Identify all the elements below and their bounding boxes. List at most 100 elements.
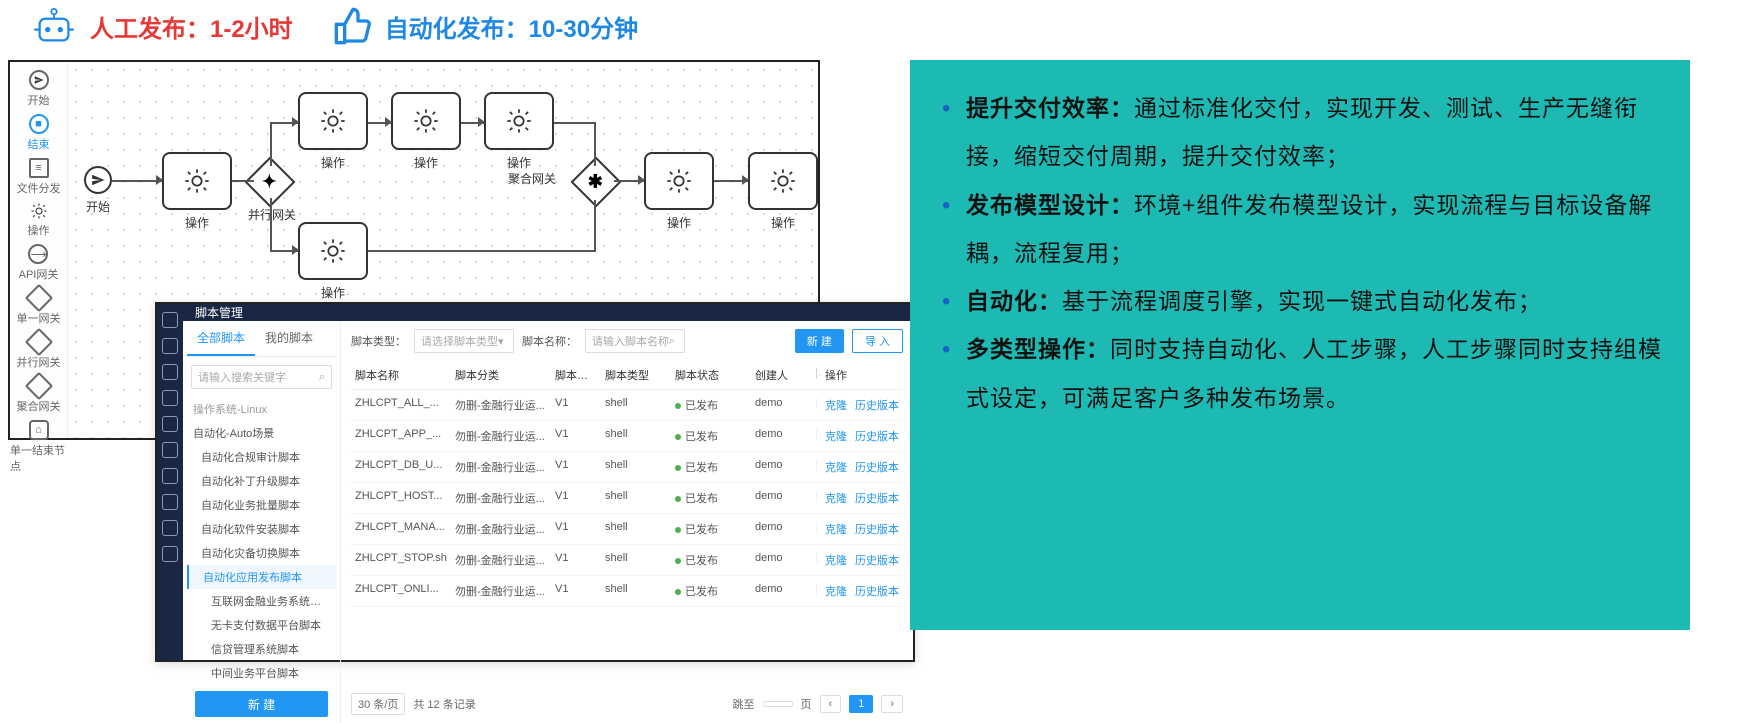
node-op-2b[interactable]: 操作 bbox=[298, 222, 368, 301]
history-link[interactable]: 历史版本 bbox=[855, 428, 899, 444]
sidebar-icon[interactable] bbox=[162, 468, 178, 484]
filter-type-label: 脚本类型： bbox=[351, 333, 406, 349]
history-link[interactable]: 历史版本 bbox=[855, 521, 899, 537]
gateway-aggregate[interactable]: ✱ bbox=[571, 157, 622, 208]
header: 人工发布：1-2小时 自动化发布：10-30分钟 bbox=[0, 0, 1746, 52]
table-row: ZHLCPT_DB_U... 勿删-金融行业运... V1 shell 已发布 … bbox=[351, 452, 903, 483]
table-row: ZHLCPT_STOP.sh 勿删-金融行业运... V1 shell 已发布 … bbox=[351, 545, 903, 576]
tool-api[interactable]: ⟶API网关 bbox=[19, 244, 59, 282]
tree-item[interactable]: 自动化合规审计脚本 bbox=[187, 445, 336, 469]
table-row: ZHLCPT_APP_... 勿删-金融行业运... V1 shell 已发布 … bbox=[351, 421, 903, 452]
benefit-item: 多类型操作：同时支持自动化、人工步骤，人工步骤同时支持组模式设定，可满足客户多种… bbox=[938, 325, 1662, 422]
sidebar-icon[interactable] bbox=[162, 390, 178, 406]
clone-link[interactable]: 克隆 bbox=[825, 490, 847, 506]
page-prev[interactable]: ‹ bbox=[820, 695, 842, 713]
col-op: 操作 bbox=[821, 367, 903, 383]
tool-parallel-gw[interactable]: 并行网关 bbox=[17, 332, 61, 370]
clone-link[interactable]: 克隆 bbox=[825, 552, 847, 568]
history-link[interactable]: 历史版本 bbox=[855, 583, 899, 599]
tool-op[interactable]: 操作 bbox=[28, 202, 50, 238]
history-link[interactable]: 历史版本 bbox=[855, 397, 899, 413]
header-manual: 人工发布：1-2小时 bbox=[30, 8, 293, 44]
chevron-down-icon: ▾ bbox=[498, 335, 504, 348]
header-auto-text: 自动化发布：10-30分钟 bbox=[385, 9, 638, 44]
script-sidebar bbox=[157, 304, 183, 660]
search-icon: ⌕ bbox=[319, 371, 325, 384]
table-row: ZHLCPT_ONLI... 勿删-金融行业运... V1 shell 已发布 … bbox=[351, 576, 903, 607]
filter-name-input[interactable]: 请输入脚本名称 ⌕ bbox=[585, 329, 685, 353]
tree-item[interactable]: 互联网金融业务系统… bbox=[187, 589, 336, 613]
tool-start[interactable]: 开始 bbox=[28, 70, 50, 108]
page-jump-input[interactable] bbox=[763, 701, 793, 707]
tree-search-input[interactable]: 请输入搜索关键字⌕ bbox=[191, 365, 332, 389]
new-button[interactable]: 新 建 bbox=[795, 329, 844, 353]
tree-item[interactable]: 自动化灾备切换脚本 bbox=[187, 541, 336, 565]
tree-item[interactable]: 操作系统-Linux bbox=[187, 397, 336, 421]
sidebar-icon[interactable] bbox=[162, 546, 178, 562]
script-table: 脚本名称 脚本分类 脚本版本 脚本类型 脚本状态 创建人 | 操作 ZHLCPT… bbox=[351, 361, 903, 685]
sidebar-icon[interactable] bbox=[162, 520, 178, 536]
col-name: 脚本名称 bbox=[351, 367, 451, 383]
tree-item-active[interactable]: 自动化应用发布脚本 bbox=[187, 565, 336, 589]
page-current[interactable]: 1 bbox=[849, 695, 873, 713]
tool-end[interactable]: ■结束 bbox=[28, 114, 50, 152]
clone-link[interactable]: 克隆 bbox=[825, 397, 847, 413]
tree-item[interactable]: 自动化软件安装脚本 bbox=[187, 517, 336, 541]
node-op-6[interactable]: 操作 bbox=[748, 152, 818, 231]
history-link[interactable]: 历史版本 bbox=[855, 459, 899, 475]
sidebar-icon[interactable] bbox=[162, 442, 178, 458]
tree-item[interactable]: 无卡支付数据平台脚本 bbox=[187, 613, 336, 637]
sidebar-icon[interactable] bbox=[162, 364, 178, 380]
clone-link[interactable]: 克隆 bbox=[825, 459, 847, 475]
tree-group[interactable]: 自动化-Auto场景 bbox=[187, 421, 336, 445]
node-start[interactable]: 开始 bbox=[84, 166, 112, 215]
page-next[interactable]: › bbox=[881, 695, 903, 713]
header-auto: 自动化发布：10-30分钟 bbox=[333, 6, 638, 46]
history-link[interactable]: 历史版本 bbox=[855, 490, 899, 506]
tree-item[interactable]: 中间业务平台脚本 bbox=[187, 661, 336, 685]
tool-aggregate-gw[interactable]: 聚合网关 bbox=[17, 376, 61, 414]
benefits-panel: 提升交付效率：通过标准化交付，实现开发、测试、生产无缝衔接，缩短交付周期，提升交… bbox=[910, 60, 1690, 630]
tool-single-end[interactable]: ⌂单一结束节点 bbox=[10, 420, 67, 474]
history-link[interactable]: 历史版本 bbox=[855, 552, 899, 568]
import-button[interactable]: 导 入 bbox=[852, 329, 903, 353]
col-user: 创建人 bbox=[751, 367, 811, 383]
benefit-item: 自动化：基于流程调度引擎，实现一键式自动化发布； bbox=[938, 277, 1662, 325]
col-stat: 脚本状态 bbox=[671, 367, 751, 383]
script-title: 脚本管理 bbox=[183, 304, 913, 321]
tree-item[interactable]: 自动化补丁升级脚本 bbox=[187, 469, 336, 493]
benefit-item: 发布模型设计：环境+组件发布模型设计，实现流程与目标设备解耦，流程复用； bbox=[938, 181, 1662, 278]
header-manual-text: 人工发布：1-2小时 bbox=[90, 9, 293, 44]
col-type: 脚本类型 bbox=[601, 367, 671, 383]
clone-link[interactable]: 克隆 bbox=[825, 521, 847, 537]
table-row: ZHLCPT_MANA... 勿删-金融行业运... V1 shell 已发布 … bbox=[351, 514, 903, 545]
tree-item[interactable]: 自动化业务批量脚本 bbox=[187, 493, 336, 517]
thumb-icon bbox=[333, 6, 373, 46]
tool-file[interactable]: ≡文件分发 bbox=[17, 158, 61, 196]
robot-icon bbox=[30, 8, 78, 44]
col-ver: 脚本版本 bbox=[551, 367, 601, 383]
tab-all-scripts[interactable]: 全部脚本 bbox=[187, 321, 255, 356]
sidebar-icon[interactable] bbox=[162, 338, 178, 354]
sidebar-icon[interactable] bbox=[162, 416, 178, 432]
benefit-item: 提升交付效率：通过标准化交付，实现开发、测试、生产无缝衔接，缩短交付周期，提升交… bbox=[938, 84, 1662, 181]
col-cat: 脚本分类 bbox=[451, 367, 551, 383]
tree-new-button[interactable]: 新 建 bbox=[195, 691, 328, 717]
node-op-2a[interactable]: 操作 bbox=[298, 92, 368, 171]
page-size-select[interactable]: 30 条/页 bbox=[351, 693, 405, 715]
node-op-5[interactable]: 操作 bbox=[644, 152, 714, 231]
clone-link[interactable]: 克隆 bbox=[825, 583, 847, 599]
sidebar-icon[interactable] bbox=[162, 312, 178, 328]
clone-link[interactable]: 克隆 bbox=[825, 428, 847, 444]
node-op-3[interactable]: 操作 bbox=[391, 92, 461, 171]
tab-my-scripts[interactable]: 我的脚本 bbox=[255, 321, 323, 356]
node-op-4[interactable]: 操作 bbox=[484, 92, 554, 171]
tree-item[interactable]: 信贷管理系统脚本 bbox=[187, 637, 336, 661]
flow-toolbar: 开始 ■结束 ≡文件分发 操作 ⟶API网关 单一网关 并行网关 聚合网关 ⌂单… bbox=[10, 62, 68, 438]
gateway-parallel-label: 并行网关 bbox=[248, 206, 296, 223]
table-row: ZHLCPT_HOST... 勿删-金融行业运... V1 shell 已发布 … bbox=[351, 483, 903, 514]
tool-single-gw[interactable]: 单一网关 bbox=[17, 288, 61, 326]
node-op-1[interactable]: 操作 bbox=[162, 152, 232, 231]
sidebar-icon[interactable] bbox=[162, 494, 178, 510]
filter-type-select[interactable]: 请选择脚本类型 ▾ bbox=[414, 329, 514, 353]
